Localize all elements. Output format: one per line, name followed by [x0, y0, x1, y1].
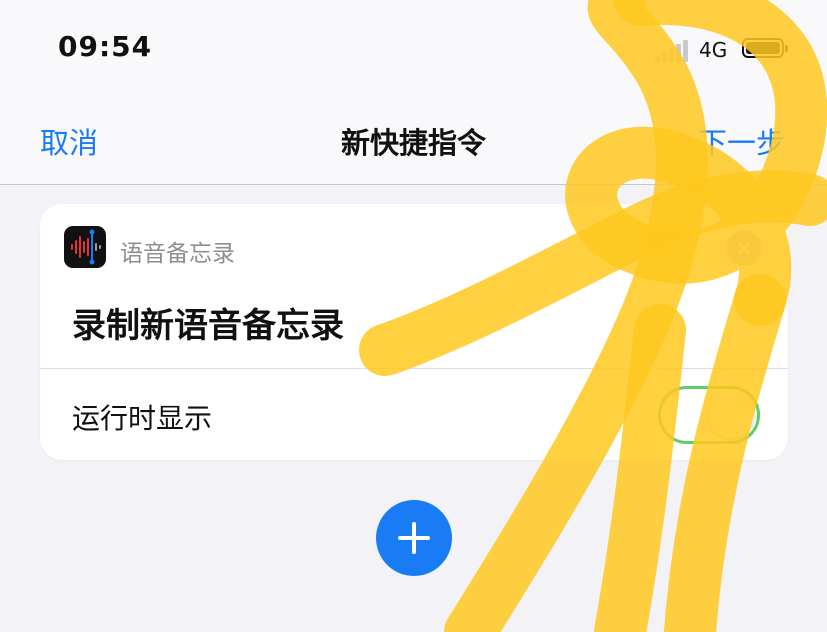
show-when-run-toggle[interactable]: [658, 386, 760, 444]
status-time: 09:54: [58, 30, 153, 63]
network-type: 4G: [699, 38, 728, 62]
action-card[interactable]: 语音备忘录 录制新语音备忘录 运行时显示: [40, 204, 788, 460]
next-button[interactable]: 下一步: [698, 120, 785, 162]
battery-icon: [742, 38, 788, 58]
action-title[interactable]: 录制新语音备忘录: [72, 298, 344, 347]
divider: [40, 368, 788, 369]
voice-memo-waveform-icon: [64, 226, 106, 268]
add-action-button[interactable]: [376, 500, 452, 576]
status-bar: 09:54 4G: [0, 0, 827, 90]
show-when-run-label: 运行时显示: [72, 402, 213, 435]
app-name: 语音备忘录: [120, 241, 235, 267]
close-icon[interactable]: [726, 230, 762, 266]
signal-bars-icon: [655, 38, 689, 62]
toggle-knob: [708, 392, 754, 438]
navigation-bar: 取消 新快捷指令 下一步: [0, 90, 827, 185]
